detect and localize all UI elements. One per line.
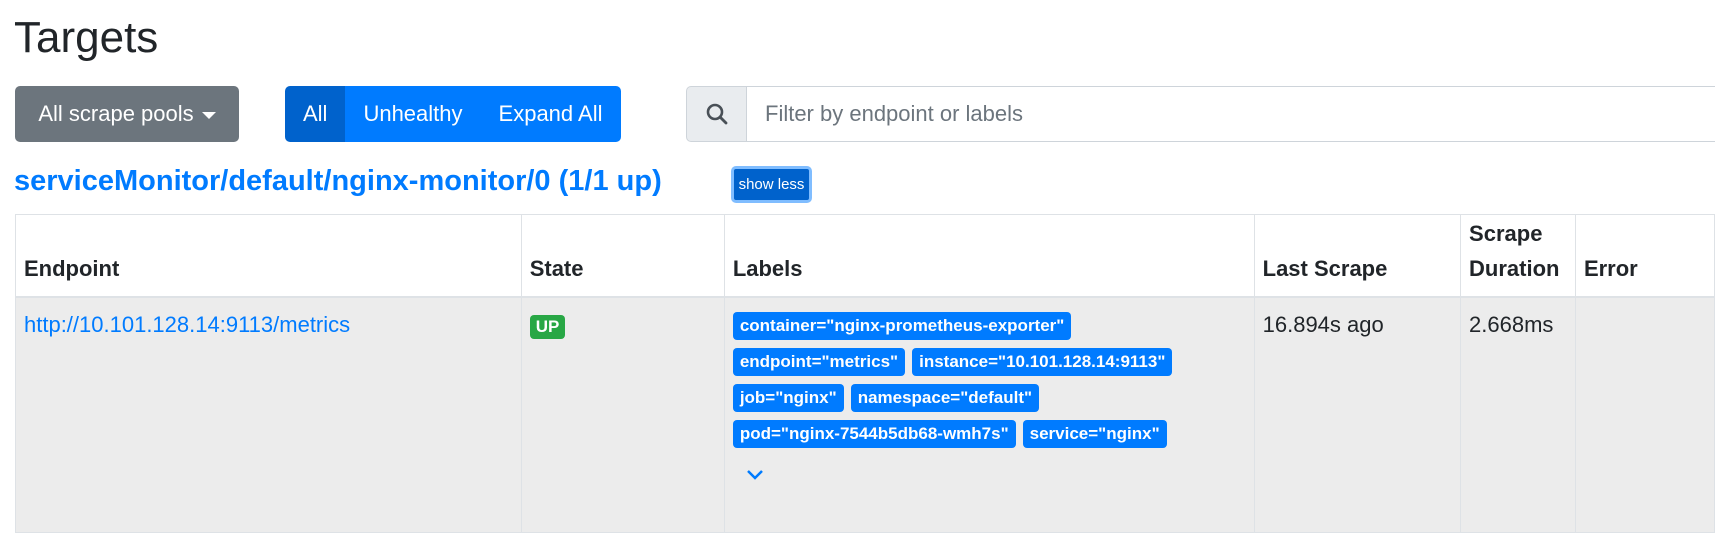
header-error: Error xyxy=(1574,214,1715,298)
page-title: Targets xyxy=(14,13,159,62)
label-badge: namespace="default" xyxy=(850,383,1040,412)
header-last-scrape: Last Scrape xyxy=(1253,214,1462,298)
expand-all-button[interactable]: Expand All xyxy=(480,86,621,142)
scrape-pools-dropdown[interactable]: All scrape pools xyxy=(15,86,239,142)
error-cell xyxy=(1574,296,1715,533)
label-badge: instance="10.101.128.14:9113" xyxy=(912,347,1173,376)
show-less-button[interactable]: show less xyxy=(731,166,812,203)
scrape-duration-cell: 2.668ms xyxy=(1460,296,1576,533)
table-row: http://10.101.128.14:9113/metrics UP con… xyxy=(15,296,1715,533)
state-cell: UP xyxy=(520,296,725,533)
search-icon xyxy=(686,86,747,142)
header-endpoint: Endpoint xyxy=(15,214,522,298)
state-badge: UP xyxy=(529,314,566,339)
labels-list: container="nginx-prometheus-exporter" en… xyxy=(732,311,1233,448)
search-input[interactable] xyxy=(747,86,1715,142)
label-badge: endpoint="metrics" xyxy=(732,347,906,376)
chevron-down-icon[interactable] xyxy=(745,462,1246,488)
endpoint-link[interactable]: http://10.101.128.14:9113/metrics xyxy=(24,312,350,337)
table-header-row: Endpoint State Labels Last Scrape Scrape… xyxy=(15,214,1715,298)
scrape-pool-title[interactable]: serviceMonitor/default/nginx-monitor/0 (… xyxy=(14,161,662,201)
label-badge: job="nginx" xyxy=(732,383,844,412)
filter-button-group: All Unhealthy Expand All xyxy=(285,86,621,142)
header-labels: Labels xyxy=(723,214,1255,298)
endpoint-cell: http://10.101.128.14:9113/metrics xyxy=(15,296,522,533)
label-badge: container="nginx-prometheus-exporter" xyxy=(732,311,1072,340)
label-badge: service="nginx" xyxy=(1022,419,1167,448)
header-scrape-duration: Scrape Duration xyxy=(1460,214,1576,298)
scrape-pools-label: All scrape pools xyxy=(38,101,194,126)
filter-unhealthy-button[interactable]: Unhealthy xyxy=(345,86,481,142)
filter-all-button[interactable]: All xyxy=(285,86,346,142)
label-badge: pod="nginx-7544b5db68-wmh7s" xyxy=(732,419,1016,448)
search-group xyxy=(686,86,1715,142)
header-state: State xyxy=(520,214,725,298)
targets-table: Endpoint State Labels Last Scrape Scrape… xyxy=(15,214,1715,533)
last-scrape-cell: 16.894s ago xyxy=(1253,296,1462,533)
labels-cell: container="nginx-prometheus-exporter" en… xyxy=(723,296,1255,533)
caret-down-icon xyxy=(201,111,216,119)
